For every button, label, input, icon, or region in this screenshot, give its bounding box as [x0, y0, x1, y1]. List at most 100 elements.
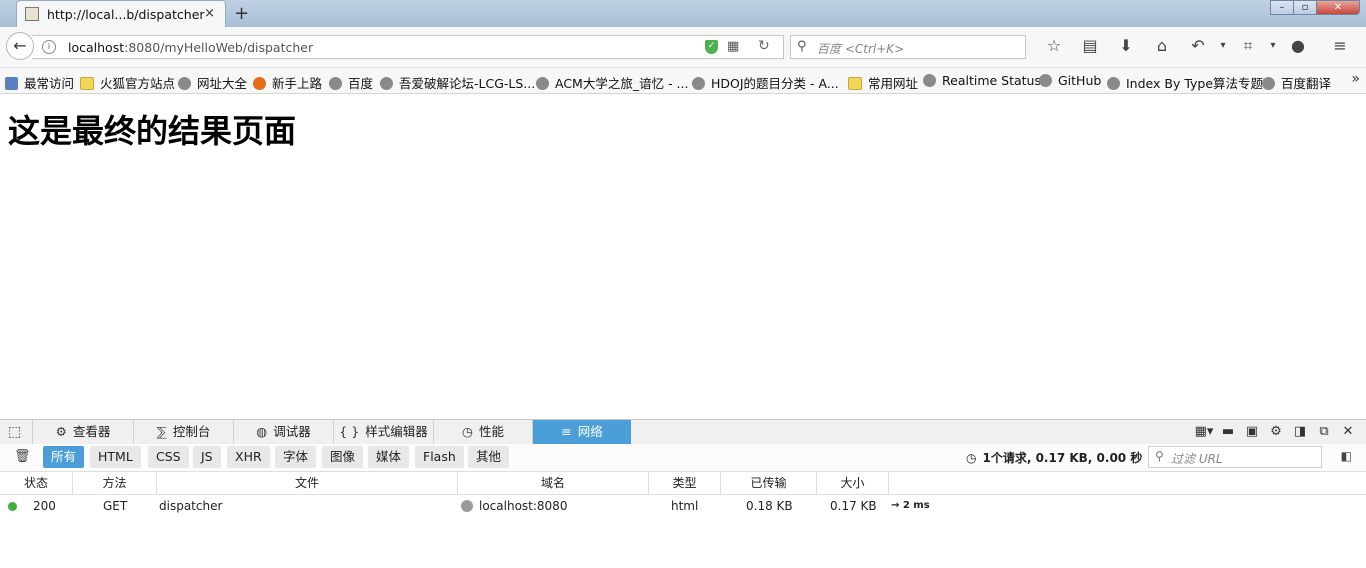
gear-icon[interactable]: ⚙: [1264, 423, 1288, 441]
title-bar: http://local...b/dispatcher × + – ▫ ✕: [0, 0, 1366, 27]
filter-url-input[interactable]: ⚲ 过滤 URL: [1148, 446, 1322, 468]
bookmarks-overflow-icon[interactable]: »: [1351, 71, 1360, 87]
tab-inspector[interactable]: ⚙ 查看器: [32, 420, 133, 444]
shield-icon[interactable]: ✓: [705, 40, 718, 54]
home-icon[interactable]: ⌂: [1144, 35, 1180, 57]
tab-console[interactable]: ⅀ 控制台: [133, 420, 233, 444]
bookmark-item[interactable]: 网址大全: [178, 73, 247, 92]
reload-icon[interactable]: ↻: [758, 38, 770, 54]
filter-media-button[interactable]: 媒体: [368, 446, 410, 468]
toolbox-buttons-icon[interactable]: ▦▾: [1192, 423, 1216, 441]
filter-images-button[interactable]: 图像: [322, 446, 364, 468]
bookmarks-toolbar: 最常访问 火狐官方站点 网址大全 新手上路 百度 吾爱破解论坛-LCG-LS..…: [0, 68, 1366, 94]
folder-icon: [848, 77, 862, 90]
globe-icon: [692, 77, 705, 90]
window-controls: – ▫ ✕: [1270, 0, 1360, 16]
globe-icon: [1262, 77, 1275, 90]
tab-label: 样式编辑器: [365, 424, 428, 439]
bookmark-label: 最常访问: [24, 76, 75, 91]
globe-icon: [1039, 74, 1052, 87]
reading-list-icon[interactable]: ▤: [1072, 35, 1108, 57]
element-picker-icon[interactable]: ⬚: [8, 424, 21, 440]
site-info-icon[interactable]: i: [42, 40, 56, 54]
window-close-button[interactable]: ✕: [1316, 0, 1360, 15]
trash-icon[interactable]: 🗑: [14, 449, 31, 464]
search-icon: ⚲: [797, 39, 807, 54]
split-console-icon[interactable]: ▬: [1216, 423, 1240, 441]
domain-text: localhost:8080: [479, 499, 568, 513]
tab-close-icon[interactable]: ×: [204, 6, 215, 21]
tab-network[interactable]: ≡ 网络: [532, 420, 631, 444]
globe-icon: [461, 500, 473, 512]
column-size[interactable]: 大小: [817, 472, 889, 494]
toggle-sidebar-icon[interactable]: ◧: [1341, 449, 1352, 463]
dropdown-icon[interactable]: ▾: [1216, 35, 1230, 57]
url-bar[interactable]: i localhost:8080/myHelloWeb/dispatcher ✓…: [32, 35, 784, 59]
tab-style-editor[interactable]: { } 样式编辑器: [333, 420, 433, 444]
column-method[interactable]: 方法: [73, 472, 157, 494]
tab-performance[interactable]: ◷ 性能: [433, 420, 532, 444]
filter-js-button[interactable]: JS: [193, 446, 221, 468]
undo-icon[interactable]: ↶: [1180, 35, 1216, 57]
filter-all-button[interactable]: 所有: [43, 446, 85, 468]
bookmark-item[interactable]: 火狐官方站点: [80, 73, 175, 92]
bookmark-label: 常用网址: [868, 76, 919, 91]
column-domain[interactable]: 域名: [458, 472, 649, 494]
browser-tab[interactable]: http://local...b/dispatcher ×: [16, 0, 226, 27]
bookmark-item[interactable]: 最常访问: [5, 73, 74, 92]
tab-label: 查看器: [72, 424, 111, 439]
bookmark-label: HDOJ的题目分类 - A...: [711, 76, 839, 91]
column-transferred[interactable]: 已传输: [721, 472, 817, 494]
bookmark-star-icon[interactable]: ☆: [1036, 35, 1072, 57]
tab-label: 控制台: [172, 424, 211, 439]
qr-code-icon[interactable]: ▦: [727, 40, 741, 54]
bookmark-item[interactable]: 新手上路: [253, 73, 322, 92]
responsive-design-icon[interactable]: ▣: [1240, 423, 1264, 441]
filter-html-button[interactable]: HTML: [90, 446, 141, 468]
bookmark-label: GitHub: [1058, 73, 1102, 88]
dropdown-icon[interactable]: ▾: [1266, 35, 1280, 57]
screenshot-crop-icon[interactable]: ⌗: [1230, 35, 1266, 57]
bookmark-item[interactable]: Index By Type算法专题: [1107, 73, 1263, 92]
filter-other-button[interactable]: 其他: [468, 446, 510, 468]
url-text[interactable]: localhost:8080/myHelloWeb/dispatcher: [68, 40, 313, 55]
globe-icon: [1107, 77, 1120, 90]
filter-fonts-button[interactable]: 字体: [275, 446, 317, 468]
bookmark-label: 新手上路: [272, 76, 323, 91]
new-tab-button[interactable]: +: [234, 3, 249, 24]
globe-icon: [178, 77, 191, 90]
undock-icon[interactable]: ⧉: [1312, 423, 1336, 441]
network-icon: ≡: [561, 424, 572, 439]
search-icon: ⚲: [1155, 449, 1164, 463]
globe-icon: [923, 74, 936, 87]
bookmark-item[interactable]: Realtime Status: [923, 73, 1041, 88]
dock-side-icon[interactable]: ◨: [1288, 423, 1312, 441]
maximize-button[interactable]: ▫: [1293, 0, 1317, 15]
filter-flash-button[interactable]: Flash: [415, 446, 464, 468]
bookmark-book-icon: [5, 77, 18, 90]
bookmark-item[interactable]: HDOJ的题目分类 - A...: [692, 73, 839, 92]
chat-icon[interactable]: ●: [1280, 35, 1316, 57]
bookmark-item[interactable]: 百度翻译: [1262, 73, 1331, 92]
request-type: html: [671, 499, 699, 513]
filter-xhr-button[interactable]: XHR: [227, 446, 270, 468]
filter-css-button[interactable]: CSS: [148, 446, 189, 468]
column-status[interactable]: 状态: [0, 472, 73, 494]
column-file[interactable]: 文件: [157, 472, 458, 494]
menu-icon[interactable]: ≡: [1322, 35, 1358, 57]
table-row[interactable]: 200 GET dispatcher localhost:8080 html 0…: [0, 495, 1366, 517]
minimize-button[interactable]: –: [1270, 0, 1294, 15]
bookmark-item[interactable]: 百度: [329, 73, 373, 92]
close-icon[interactable]: ✕: [1336, 423, 1360, 441]
bookmark-label: 百度翻译: [1281, 76, 1332, 91]
download-icon[interactable]: ⬇: [1108, 35, 1144, 57]
tab-debugger[interactable]: ◍ 调试器: [233, 420, 333, 444]
bookmark-item[interactable]: GitHub: [1039, 73, 1101, 88]
column-type[interactable]: 类型: [649, 472, 721, 494]
request-transferred: 0.18 KB: [746, 499, 793, 513]
back-button[interactable]: ←: [6, 32, 34, 60]
bookmark-item[interactable]: ACM大学之旅_谙忆 - ...: [536, 73, 688, 92]
bookmark-item[interactable]: 常用网址: [848, 73, 918, 92]
bookmark-item[interactable]: 吾爱破解论坛-LCG-LS...: [380, 73, 535, 92]
search-box[interactable]: ⚲ 百度 <Ctrl+K>: [790, 35, 1026, 59]
